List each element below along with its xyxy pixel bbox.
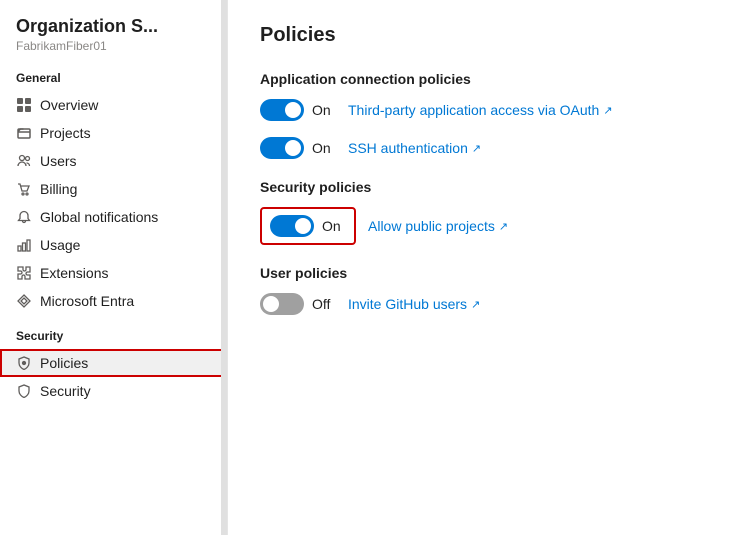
main-content: Policies Application connection policies… xyxy=(228,0,740,535)
public-projects-highlighted: On xyxy=(260,207,356,245)
ssh-toggle-label: On xyxy=(312,140,336,156)
sidebar-item-policies-label: Policies xyxy=(40,355,88,371)
public-projects-policy-link[interactable]: Allow public projects ↗ xyxy=(368,218,508,234)
application-connection-heading: Application connection policies xyxy=(260,71,708,87)
security-policies-heading: Security policies xyxy=(260,179,708,195)
security-policies-section: Security policies On Allow public projec… xyxy=(260,179,708,245)
oauth-policy-link[interactable]: Third-party application access via OAuth… xyxy=(348,102,613,118)
section-security: Security xyxy=(0,315,227,349)
sidebar-scrollbar[interactable] xyxy=(221,0,227,535)
sidebar-item-users[interactable]: Users xyxy=(0,147,227,175)
external-link-icon-public: ↗ xyxy=(499,220,508,233)
sidebar-item-microsoft-entra-label: Microsoft Entra xyxy=(40,293,134,309)
github-users-link-text: Invite GitHub users xyxy=(348,296,467,312)
org-subtitle: FabrikamFiber01 xyxy=(16,39,211,53)
sidebar-item-policies[interactable]: Policies xyxy=(0,349,227,377)
sidebar-item-users-label: Users xyxy=(40,153,77,169)
sidebar-item-security[interactable]: Security xyxy=(0,377,227,405)
public-projects-policy-row: On Allow public projects ↗ xyxy=(260,207,708,245)
cart-icon xyxy=(16,181,32,197)
github-users-policy-link[interactable]: Invite GitHub users ↗ xyxy=(348,296,480,312)
sidebar-item-extensions[interactable]: Extensions xyxy=(0,259,227,287)
sidebar-item-billing[interactable]: Billing xyxy=(0,175,227,203)
external-link-icon: ↗ xyxy=(603,104,612,117)
github-users-toggle[interactable] xyxy=(260,293,304,315)
external-link-icon-ssh: ↗ xyxy=(472,142,481,155)
sidebar-item-overview-label: Overview xyxy=(40,97,98,113)
github-users-toggle-label: Off xyxy=(312,296,336,312)
sidebar-item-projects-label: Projects xyxy=(40,125,91,141)
folder-icon xyxy=(16,125,32,141)
ssh-policy-link[interactable]: SSH authentication ↗ xyxy=(348,140,481,156)
shield-outline-icon xyxy=(16,383,32,399)
ssh-policy-row: On SSH authentication ↗ xyxy=(260,137,708,159)
user-policies-heading: User policies xyxy=(260,265,708,281)
org-header: Organization S... FabrikamFiber01 xyxy=(0,16,227,57)
public-projects-toggle-label: On xyxy=(322,218,346,234)
sidebar-item-extensions-label: Extensions xyxy=(40,265,108,281)
application-connection-section: Application connection policies On Third… xyxy=(260,71,708,159)
org-name: Organization S... xyxy=(16,16,211,37)
people-icon xyxy=(16,153,32,169)
page-title: Policies xyxy=(260,24,708,47)
sidebar-item-projects[interactable]: Projects xyxy=(0,119,227,147)
user-policies-section: User policies Off Invite GitHub users ↗ xyxy=(260,265,708,315)
sidebar-item-global-notifications[interactable]: Global notifications xyxy=(0,203,227,231)
puzzle-icon xyxy=(16,265,32,281)
section-general: General xyxy=(0,57,227,91)
oauth-link-text: Third-party application access via OAuth xyxy=(348,102,599,118)
shield-icon xyxy=(16,355,32,371)
oauth-toggle-label: On xyxy=(312,102,336,118)
sidebar-item-overview[interactable]: Overview xyxy=(0,91,227,119)
chart-icon xyxy=(16,237,32,253)
ssh-toggle-wrapper: On xyxy=(260,137,336,159)
oauth-toggle-wrapper: On xyxy=(260,99,336,121)
github-users-policy-row: Off Invite GitHub users ↗ xyxy=(260,293,708,315)
github-users-toggle-wrapper: Off xyxy=(260,293,336,315)
public-projects-toggle[interactable] xyxy=(270,215,314,237)
sidebar-item-microsoft-entra[interactable]: Microsoft Entra xyxy=(0,287,227,315)
sidebar: Organization S... FabrikamFiber01 Genera… xyxy=(0,0,228,535)
sidebar-item-billing-label: Billing xyxy=(40,181,77,197)
sidebar-item-global-notifications-label: Global notifications xyxy=(40,209,158,225)
external-link-icon-github: ↗ xyxy=(471,298,480,311)
oauth-toggle[interactable] xyxy=(260,99,304,121)
sidebar-item-usage[interactable]: Usage xyxy=(0,231,227,259)
sidebar-item-usage-label: Usage xyxy=(40,237,80,253)
oauth-policy-row: On Third-party application access via OA… xyxy=(260,99,708,121)
public-projects-link-text: Allow public projects xyxy=(368,218,495,234)
diamond-icon xyxy=(16,293,32,309)
sidebar-item-security-label: Security xyxy=(40,383,91,399)
bell-icon xyxy=(16,209,32,225)
ssh-link-text: SSH authentication xyxy=(348,140,468,156)
grid-icon xyxy=(16,97,32,113)
ssh-toggle[interactable] xyxy=(260,137,304,159)
